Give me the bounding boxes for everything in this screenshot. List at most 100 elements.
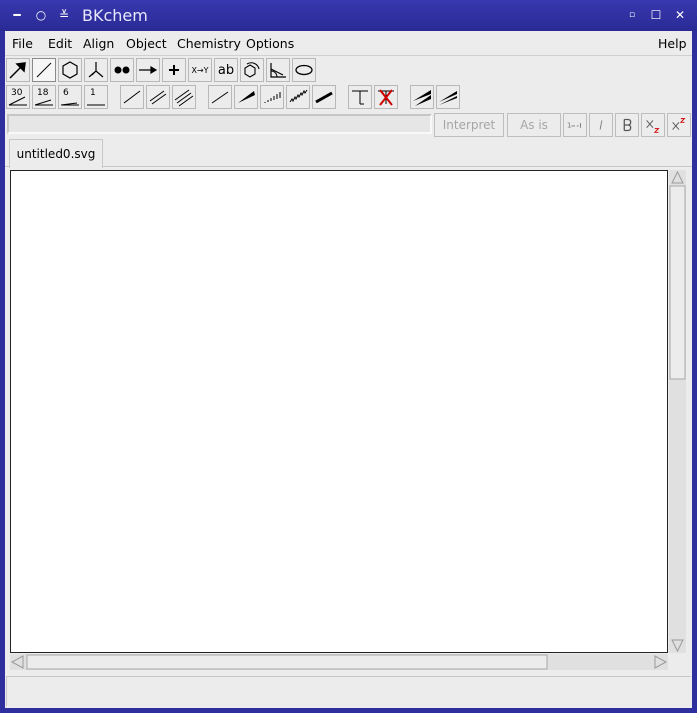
double-wedge-alt-icon <box>439 91 457 105</box>
angle-30-label: 30 <box>11 88 23 98</box>
arrow-right-icon <box>139 65 158 75</box>
vector-mode-button[interactable] <box>292 58 316 82</box>
reaction-mode-label: X→Y <box>191 65 209 75</box>
arrow-pointer-icon <box>9 62 26 79</box>
wedge-bond-icon <box>238 91 255 103</box>
menu-chemistry[interactable]: Chemistry <box>177 36 241 51</box>
restore-icon[interactable]: ☐ <box>649 8 663 22</box>
plus-mode-button[interactable] <box>162 58 186 82</box>
subscript-icon <box>646 120 660 133</box>
angle-30-button[interactable]: 30 <box>6 85 30 109</box>
text-mode-label: ab <box>217 62 235 78</box>
bond-line-icon <box>36 62 52 78</box>
tab-untitled0[interactable]: untitled0.svg <box>9 139 103 168</box>
normal-bond-icon <box>211 91 229 104</box>
single-bond-icon <box>123 90 141 104</box>
superscript-button[interactable] <box>667 113 691 137</box>
angle-1-icon <box>87 104 105 106</box>
interpret-button[interactable]: Interpret <box>434 113 504 137</box>
menu-options[interactable]: Options <box>246 36 294 51</box>
client-area: File Edit Align Object Chemistry Options… <box>5 31 692 708</box>
wedge-right-button[interactable] <box>436 85 460 109</box>
menu-bar: File Edit Align Object Chemistry Options… <box>5 31 692 56</box>
numbering-button[interactable]: 1 <box>563 113 587 137</box>
edit-mode-button[interactable] <box>6 58 30 82</box>
single-bond-button[interactable] <box>120 85 144 109</box>
triple-bond-icon <box>174 89 194 107</box>
template-mode-button[interactable] <box>58 58 82 82</box>
bond-remove-button[interactable] <box>374 85 398 109</box>
window-title: BKchem <box>82 6 148 25</box>
formula-input[interactable] <box>7 114 432 134</box>
menu-edit[interactable]: Edit <box>48 36 72 51</box>
angle-6-button[interactable]: 6 <box>58 85 82 109</box>
bold-button[interactable] <box>615 113 639 137</box>
bond-position-icon <box>352 90 368 105</box>
wavy-bond-button[interactable] <box>286 85 310 109</box>
double-bond-icon <box>149 90 167 105</box>
bond-align-mode-button[interactable] <box>266 58 290 82</box>
title-bar: ━ ○ ≚ BKchem ▫ ☐ ✕ <box>0 0 697 31</box>
angle-1-button[interactable]: 1 <box>84 85 108 109</box>
hexagon-icon <box>62 61 78 79</box>
triple-bond-button[interactable] <box>172 85 196 109</box>
italic-button[interactable] <box>589 113 613 137</box>
maximize-icon[interactable]: ○ <box>34 8 48 22</box>
electron-mode-button[interactable] <box>110 58 134 82</box>
menu-help[interactable]: Help <box>658 36 687 51</box>
formula-entry-row: Interpret As is 1 <box>5 113 692 137</box>
horizontal-scrollbar-graphic <box>10 654 668 670</box>
menu-align[interactable]: Align <box>83 36 114 51</box>
menu-object[interactable]: Object <box>126 36 167 51</box>
submode-toolbar: 30 18 6 1 <box>5 85 692 109</box>
hashed-bond-icon <box>264 92 281 103</box>
shade-icon[interactable]: ≚ <box>57 8 71 22</box>
draw-mode-button[interactable] <box>32 58 56 82</box>
as-is-button[interactable]: As is <box>507 113 561 137</box>
angle-18-label: 18 <box>37 88 49 98</box>
subscript-button[interactable] <box>641 113 665 137</box>
user-template-mode-button[interactable] <box>84 58 108 82</box>
vertical-scrollbar[interactable] <box>669 170 686 653</box>
status-bar <box>6 676 691 706</box>
mode-toolbar: X→Y ab <box>5 58 692 82</box>
italic-icon <box>599 120 603 130</box>
bold-bond-button[interactable] <box>312 85 336 109</box>
menu-file[interactable]: File <box>12 36 33 51</box>
electron-pair-icon <box>114 66 130 74</box>
superscript-icon <box>672 118 686 130</box>
plus-icon <box>169 65 179 75</box>
angle-1-label: 1 <box>90 88 96 98</box>
molecule-template-icon <box>88 62 104 78</box>
minimize-icon[interactable]: ━ <box>10 8 24 22</box>
bond-delete-icon <box>378 89 394 106</box>
normal-bond-button[interactable] <box>208 85 232 109</box>
document-tab-bar: untitled0.svg <box>5 137 692 168</box>
double-bond-button[interactable] <box>146 85 170 109</box>
text-mode-button[interactable]: ab <box>214 58 238 82</box>
measure-angle-icon <box>270 63 286 78</box>
horizontal-scrollbar[interactable] <box>10 654 668 670</box>
wedge-bond-button[interactable] <box>234 85 258 109</box>
iconify-icon[interactable]: ▫ <box>625 8 639 22</box>
svg-text:1: 1 <box>567 121 572 130</box>
bond-centered-button[interactable] <box>348 85 372 109</box>
app-window: ━ ○ ≚ BKchem ▫ ☐ ✕ File Edit Align Objec… <box>0 0 697 713</box>
reaction-mode-button[interactable]: X→Y <box>188 58 212 82</box>
bold-icon <box>623 118 632 132</box>
angle-18-button[interactable]: 18 <box>32 85 56 109</box>
angle-6-label: 6 <box>63 88 69 98</box>
rotate-mode-button[interactable] <box>240 58 264 82</box>
vertical-scrollbar-graphic <box>669 170 686 653</box>
close-icon[interactable]: ✕ <box>673 8 687 22</box>
ellipse-icon <box>295 64 313 76</box>
numbering-icon: 1 <box>567 121 581 130</box>
double-wedge-icon <box>413 90 431 106</box>
hashed-bond-button[interactable] <box>260 85 284 109</box>
bold-bond-icon <box>315 91 333 104</box>
wedge-left-button[interactable] <box>410 85 434 109</box>
arrow-mode-button[interactable] <box>136 58 160 82</box>
rotate-icon <box>244 62 260 78</box>
wavy-bond-icon <box>289 89 308 103</box>
drawing-canvas[interactable] <box>10 170 668 653</box>
